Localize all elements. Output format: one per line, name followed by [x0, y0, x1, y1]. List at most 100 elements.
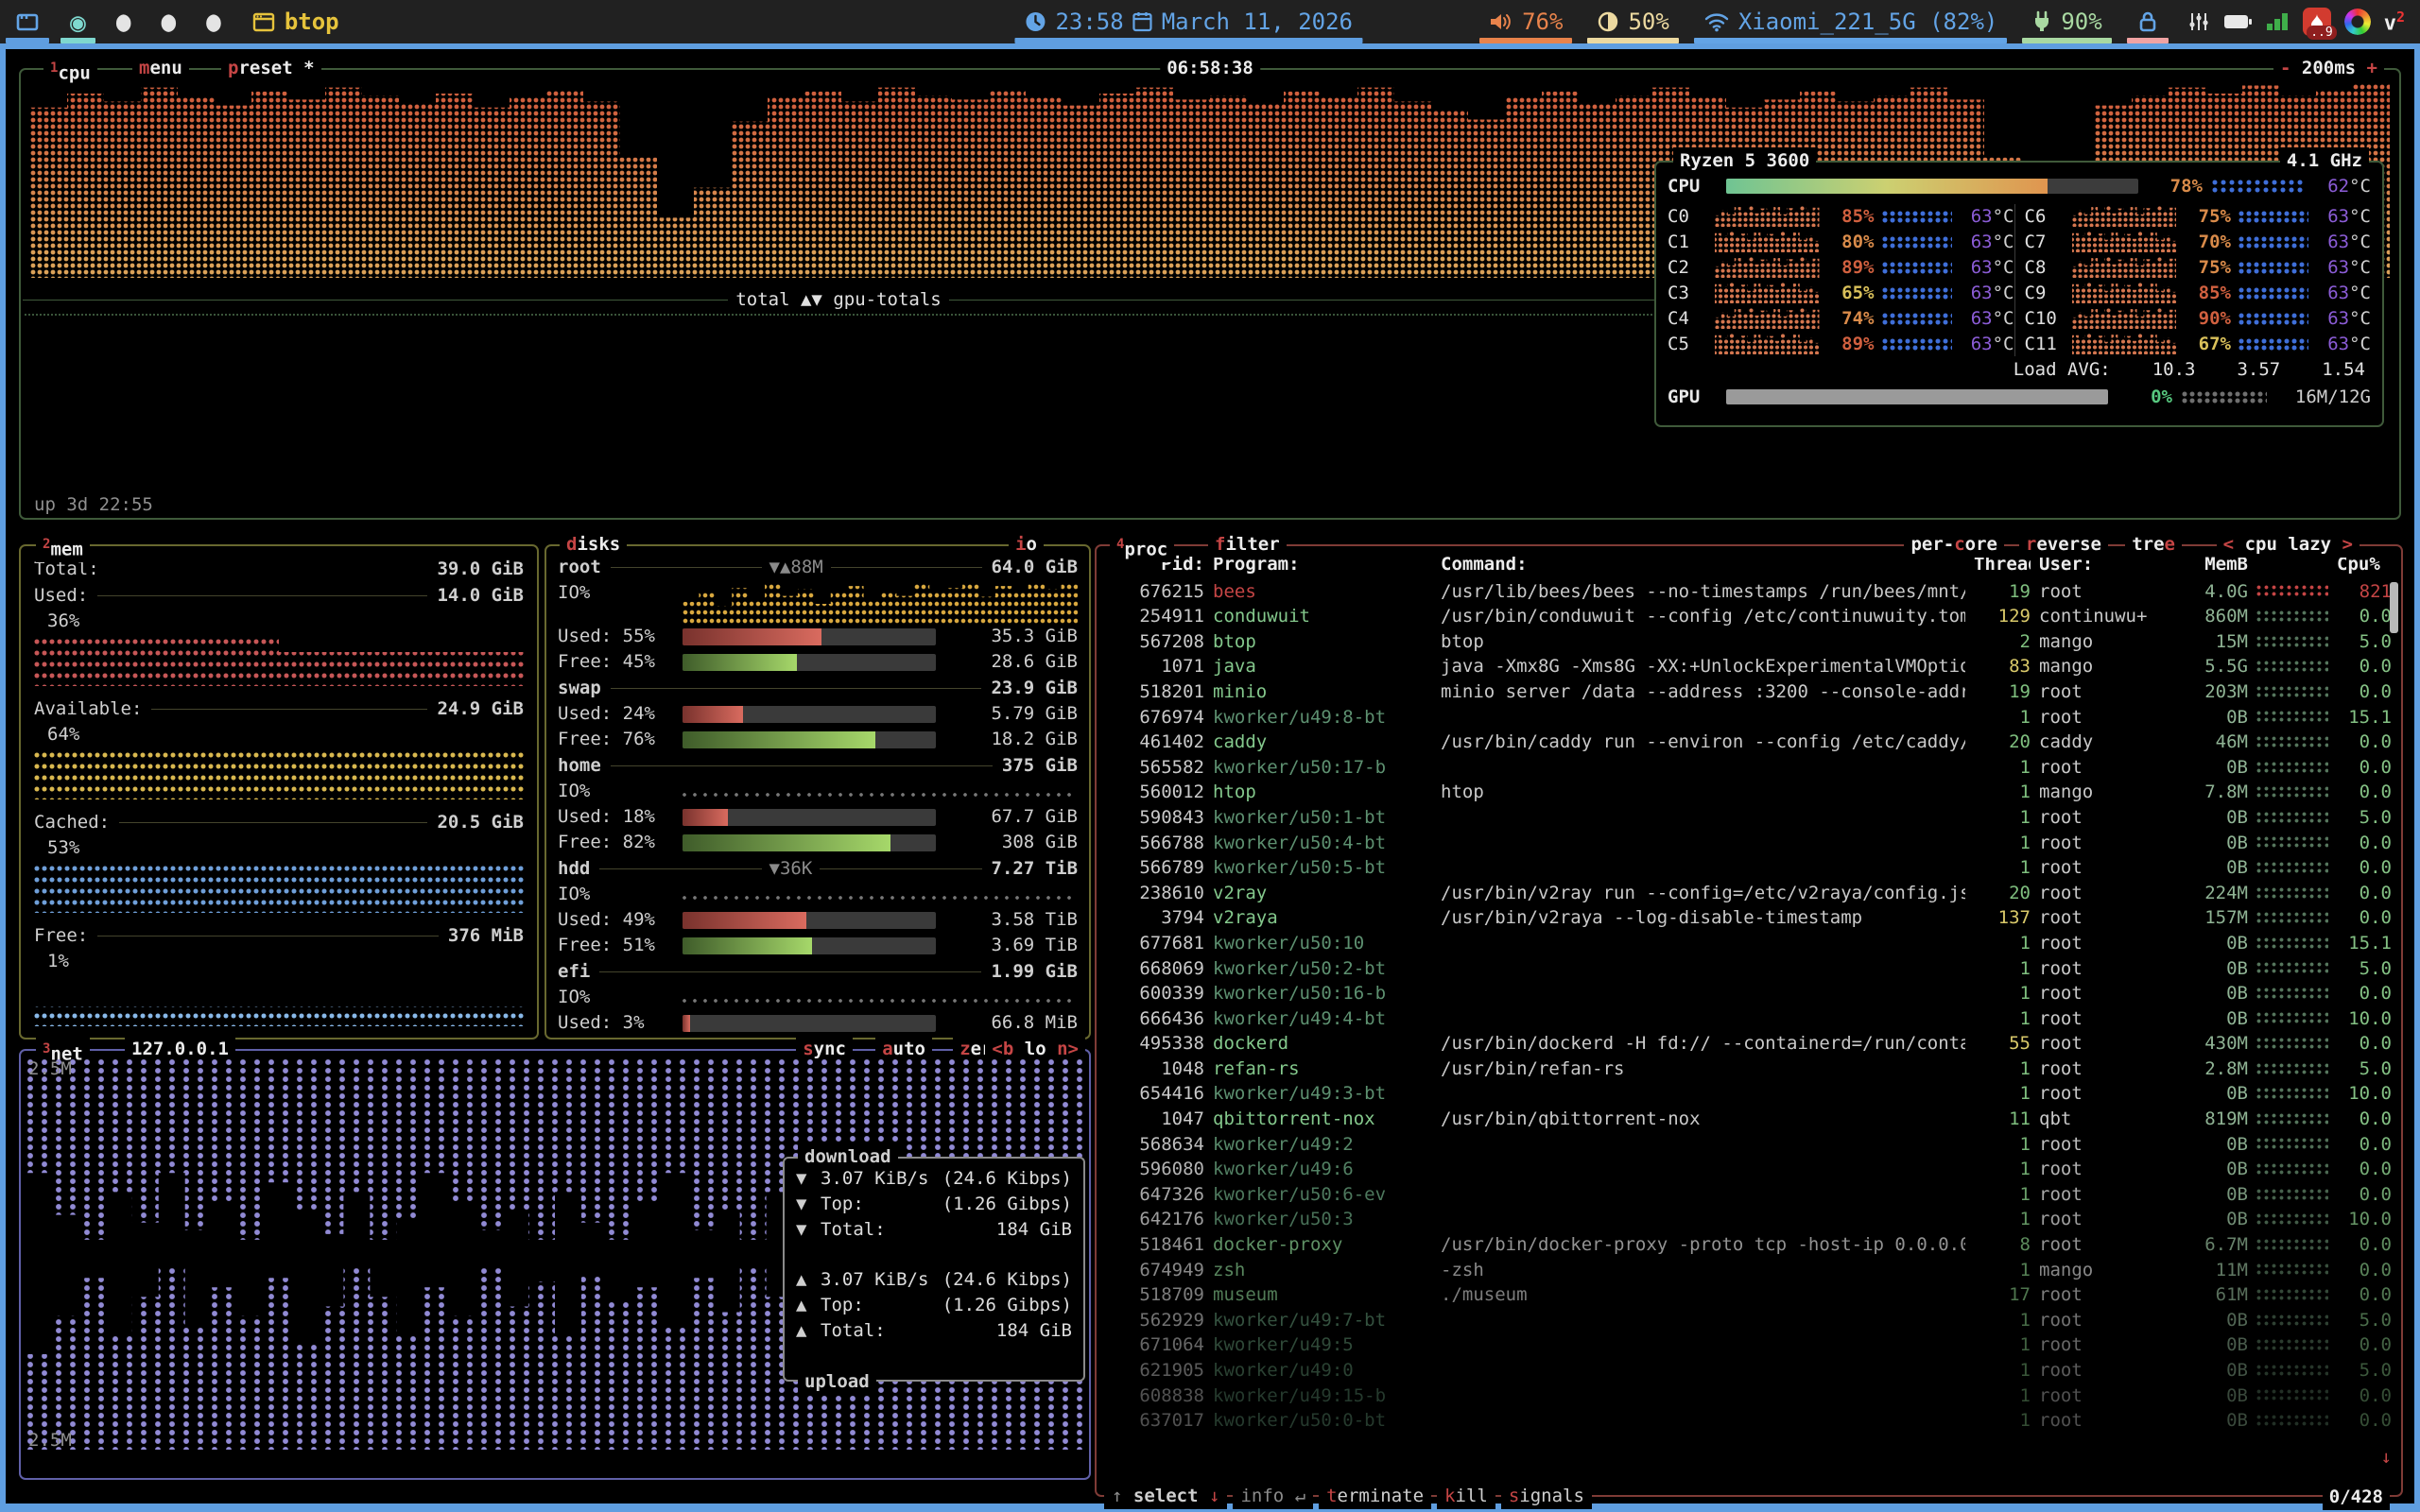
date-text: March 11, 2026: [1162, 9, 1353, 35]
battery-widget[interactable]: 90%: [2016, 0, 2117, 43]
tree-button[interactable]: tree: [2125, 531, 2182, 558]
lock-widget[interactable]: [2121, 0, 2174, 43]
workspace-5[interactable]: ●: [191, 0, 236, 43]
process-cpu-meter: [2256, 1263, 2328, 1276]
cpu-total-bar: [1726, 179, 2138, 194]
process-row[interactable]: 566789kworker/u50:5-bt1root0B0.0: [1106, 855, 2392, 881]
process-row[interactable]: 562929kworker/u49:7-bt1root0B5.0: [1106, 1308, 2392, 1333]
process-row[interactable]: 1047qbittorrent-nox/usr/bin/qbittorrent-…: [1106, 1107, 2392, 1132]
interval-minus-button[interactable]: -: [2280, 58, 2290, 78]
terminate-button[interactable]: terminate: [1319, 1483, 1431, 1509]
select-button[interactable]: ↑ select ↓: [1104, 1483, 1227, 1509]
per-core-button[interactable]: per-core: [1904, 531, 2004, 558]
menu-button[interactable]: menu: [132, 55, 189, 81]
workspace-3[interactable]: ●: [101, 0, 147, 43]
process-row[interactable]: 254911conduwuit/usr/bin/conduwuit --conf…: [1106, 604, 2392, 629]
process-row[interactable]: 3794v2raya/usr/bin/v2raya --log-disable-…: [1106, 905, 2392, 931]
process-row[interactable]: 637017kworker/u50:0-bt1root0B0.0: [1106, 1408, 2392, 1434]
process-row[interactable]: 495338dockerd/usr/bin/dockerd -H fd:// -…: [1106, 1031, 2392, 1057]
process-row[interactable]: 600339kworker/u50:16-b1root0B0.0: [1106, 981, 2392, 1006]
process-row[interactable]: 560012htophtop1mango7.8M0.0: [1106, 780, 2392, 805]
power-plug-icon: [2031, 10, 2052, 33]
net-auto-button[interactable]: auto: [875, 1036, 932, 1062]
net-interface-switcher[interactable]: <b lo n>: [985, 1036, 1085, 1062]
workspace-4[interactable]: ●: [147, 0, 192, 43]
process-row[interactable]: 461402caddy/usr/bin/caddy run --environ …: [1106, 730, 2392, 755]
process-row[interactable]: 608838kworker/u49:15-b1root0B0.0: [1106, 1383, 2392, 1409]
sliders-icon[interactable]: [2187, 10, 2210, 33]
process-row[interactable]: 666436kworker/u49:4-bt1root0B10.0: [1106, 1006, 2392, 1032]
graph-scale-arrows[interactable]: ▲▼: [801, 289, 822, 310]
process-row[interactable]: 518201miniominio server /data --address …: [1106, 679, 2392, 705]
mem-usage-graph: [34, 866, 524, 913]
filter-button[interactable]: filter: [1208, 531, 1287, 558]
v2ray-tray-icon[interactable]: v2: [2384, 9, 2405, 35]
sort-column-selector[interactable]: < cpu lazy >: [2217, 531, 2360, 558]
proc-scrollbar[interactable]: [2390, 582, 2398, 633]
process-row[interactable]: 671064kworker/u49:51root0B0.0: [1106, 1332, 2392, 1358]
process-row[interactable]: 518709museum./museum17root61M0.0: [1106, 1282, 2392, 1308]
proc-box-title[interactable]: 4proc: [1110, 531, 1174, 562]
mem-stat-available: Available:24.9 GiB: [34, 696, 524, 722]
info-button[interactable]: info ↵: [1233, 1483, 1313, 1509]
process-row[interactable]: 677681kworker/u50:101root0B15.1: [1106, 931, 2392, 956]
process-row[interactable]: 567208btopbtop2mango15M5.0: [1106, 629, 2392, 655]
core-meter: [1882, 262, 1952, 274]
disk-free-row: Free: 82%308 GiB: [558, 830, 1078, 855]
signal-bars-icon[interactable]: [2265, 11, 2290, 32]
process-row[interactable]: 596080kworker/u49:61root0B0.0: [1106, 1157, 2392, 1182]
process-cpu-meter: [2256, 1138, 2328, 1150]
brightness-widget[interactable]: 50%: [1582, 0, 1684, 43]
workspace-1[interactable]: [0, 0, 55, 43]
net-sync-button[interactable]: sync: [796, 1036, 853, 1062]
process-row[interactable]: 668069kworker/u50:2-bt1root0B5.0: [1106, 956, 2392, 982]
window-title[interactable]: btop: [236, 0, 354, 43]
process-row[interactable]: 1071javajava -Xmx8G -Xms8G -XX:+UnlockEx…: [1106, 654, 2392, 679]
process-row[interactable]: 676215bees/usr/lib/bees/bees --no-timest…: [1106, 579, 2392, 605]
process-row[interactable]: 654416kworker/u49:3-bt1root0B10.0: [1106, 1081, 2392, 1107]
kill-button[interactable]: kill: [1437, 1483, 1495, 1509]
reverse-button[interactable]: reverse: [2019, 531, 2108, 558]
disks-box-title[interactable]: disks: [560, 531, 627, 558]
proc-box: 4proc filter per-core reverse tree < cpu…: [1095, 544, 2403, 1497]
process-row[interactable]: 642176kworker/u50:31root0B10.0: [1106, 1207, 2392, 1232]
preset-button[interactable]: preset *: [221, 55, 321, 81]
process-row[interactable]: 565582kworker/u50:17-b1root0B0.0: [1106, 755, 2392, 781]
interval-plus-button[interactable]: +: [2367, 58, 2377, 78]
process-row[interactable]: 676974kworker/u49:8-bt1root0B15.1: [1106, 705, 2392, 730]
cpu-total-meter: [2212, 180, 2303, 194]
process-row[interactable]: 238610v2ray/usr/bin/v2ray run --config=/…: [1106, 881, 2392, 906]
cpu-box-title[interactable]: 1cpu: [43, 55, 97, 86]
clock-date-widget[interactable]: 23:58 March 11, 2026: [1009, 0, 1368, 43]
battery-tray-icon[interactable]: [2223, 12, 2252, 31]
signals-button[interactable]: signals: [1501, 1483, 1592, 1509]
core-usage-graph: [1715, 257, 1820, 278]
process-row[interactable]: 621905kworker/u49:01root0B5.0: [1106, 1358, 2392, 1383]
gpu-bar: [1726, 389, 2108, 404]
color-wheel-icon[interactable]: [2344, 9, 2371, 35]
header-command[interactable]: Command:: [1441, 552, 1965, 577]
process-cpu-meter: [2256, 1038, 2328, 1050]
wifi-widget[interactable]: Xiaomi_221_5G (82%): [1688, 0, 2014, 43]
record-circle-icon: ◉: [70, 7, 86, 38]
process-row[interactable]: 566788kworker/u50:4-bt1root0B0.0: [1106, 831, 2392, 856]
notification-app-icon[interactable]: ..9: [2303, 8, 2331, 36]
core-row-c4: C474%63°C: [1668, 306, 2014, 331]
process-row[interactable]: 518461docker-proxy/usr/bin/docker-proxy …: [1106, 1232, 2392, 1258]
process-row[interactable]: 590843kworker/u50:1-bt1root0B5.0: [1106, 805, 2392, 831]
workspace-2-active[interactable]: ◉: [55, 0, 101, 43]
io-mode-button[interactable]: io: [1009, 531, 1044, 558]
process-cpu-meter: [2256, 661, 2328, 673]
proc-table-header: Pid: Program: Command: Threads: User: Me…: [1106, 552, 2392, 577]
mem-box-title[interactable]: 2mem: [36, 531, 90, 562]
gpu-pct: 0%: [2118, 385, 2172, 410]
process-row[interactable]: 647326kworker/u50:6-ev1root0B0.0: [1106, 1182, 2392, 1208]
terminal-window: 1cpu menu preset * 06:58:38 - 200ms + to…: [0, 43, 2420, 1512]
scroll-down-indicator[interactable]: ↓: [2381, 1445, 2392, 1470]
process-row[interactable]: 674949zsh-zsh1mango11M0.0: [1106, 1258, 2392, 1283]
volume-widget[interactable]: 76%: [1474, 0, 1578, 43]
core-usage-graph: [2072, 308, 2177, 329]
process-row[interactable]: 1048refan-rs/usr/bin/refan-rs1root2.8M5.…: [1106, 1057, 2392, 1082]
process-row[interactable]: 568634kworker/u49:21root0B0.0: [1106, 1132, 2392, 1158]
cpu-graph-divider: total ▲▼ gpu-totals: [23, 287, 1654, 313]
